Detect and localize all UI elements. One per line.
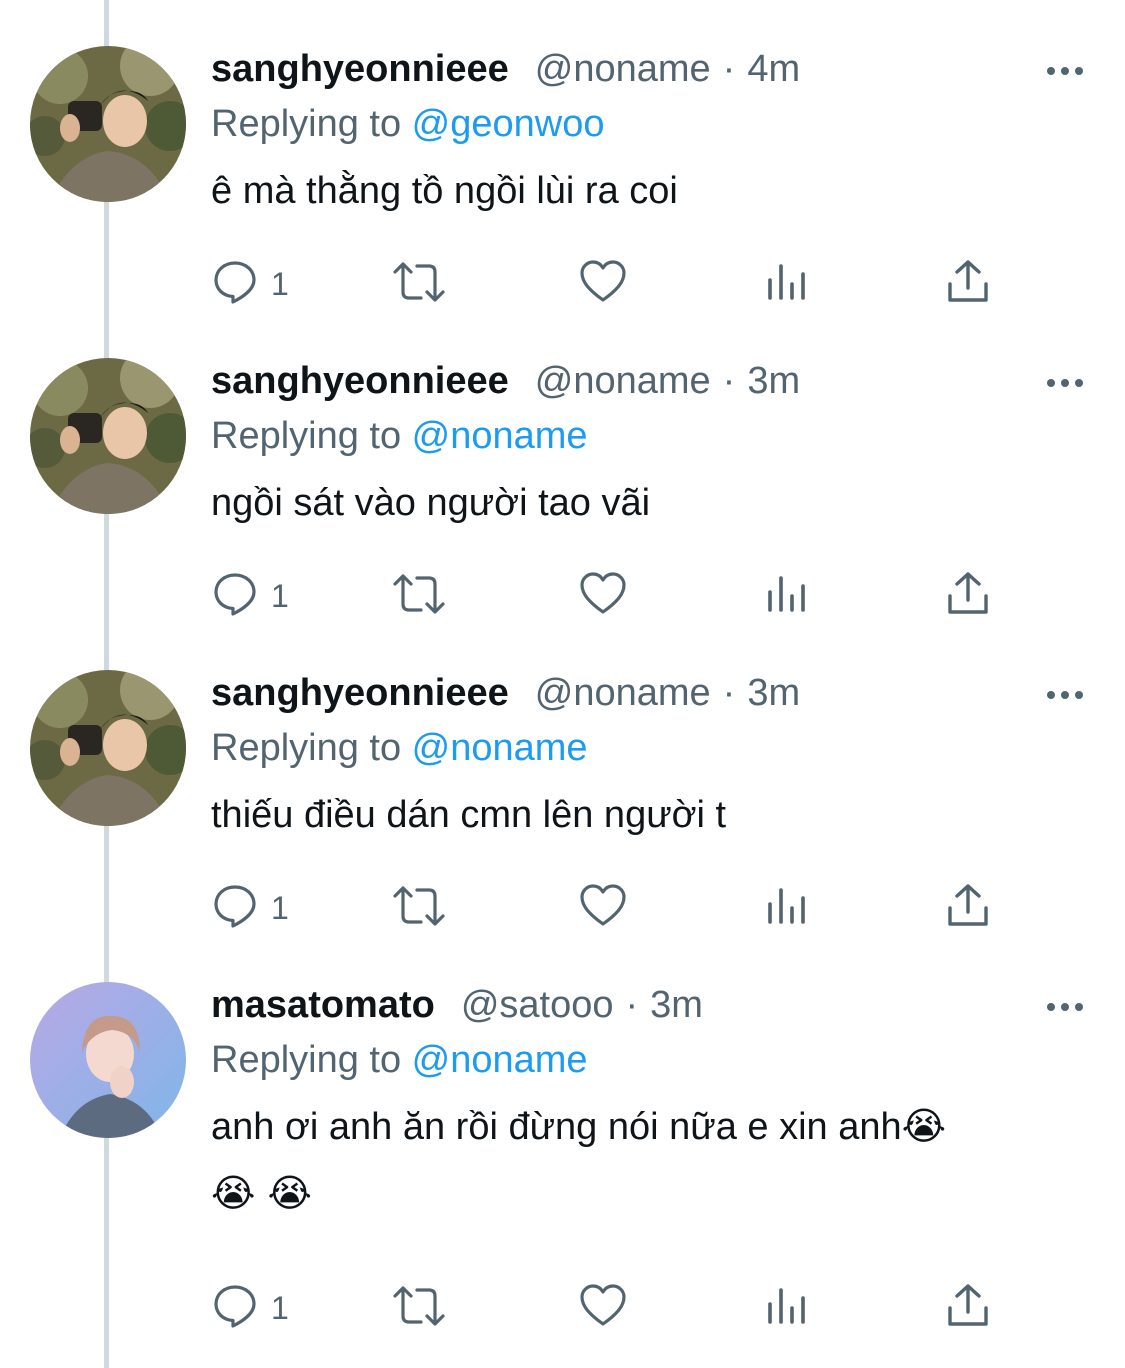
views-icon — [765, 1282, 809, 1335]
share-button[interactable] — [945, 878, 991, 938]
avatar[interactable] — [30, 982, 186, 1138]
action-bar: 1 — [211, 878, 1011, 938]
retweet-button[interactable] — [391, 566, 447, 626]
like-button[interactable] — [579, 566, 627, 626]
timestamp[interactable]: 3m — [747, 664, 800, 722]
avatar-image — [30, 358, 186, 514]
avatar[interactable] — [30, 670, 186, 826]
avatar-image — [30, 982, 186, 1138]
user-handle[interactable]: @satooo — [461, 976, 614, 1034]
display-name[interactable]: masatomato — [211, 976, 435, 1034]
display-name[interactable]: sanghyeonnieee — [211, 664, 509, 722]
separator-dot: · — [625, 984, 639, 1026]
heart-icon — [579, 258, 627, 311]
tweet-text-continued: 😭 😭 — [211, 1171, 312, 1215]
replying-to-label: Replying to — [211, 1039, 412, 1081]
avatar-image — [30, 46, 186, 202]
views-button[interactable] — [765, 878, 809, 938]
user-handle[interactable]: @noname — [535, 40, 711, 98]
like-button[interactable] — [579, 878, 627, 938]
retweet-button[interactable] — [391, 1278, 447, 1338]
like-button[interactable] — [579, 1278, 627, 1338]
timestamp[interactable]: 3m — [650, 976, 703, 1034]
avatar-image — [30, 670, 186, 826]
user-handle[interactable]: @noname — [535, 352, 711, 410]
retweet-button[interactable] — [391, 254, 447, 314]
retweet-button[interactable] — [391, 878, 447, 938]
replying-to: Replying to @geonwoo — [211, 98, 1085, 150]
share-button[interactable] — [945, 566, 991, 626]
action-bar: 1 — [211, 566, 1011, 626]
reply-count: 1 — [271, 1289, 289, 1326]
separator-dot: · — [722, 48, 736, 90]
replying-to: Replying to @noname — [211, 410, 1085, 462]
retweet-icon — [391, 258, 447, 311]
reply-count: 1 — [271, 889, 289, 926]
replying-to-label: Replying to — [211, 727, 412, 769]
views-button[interactable] — [765, 254, 809, 314]
share-button[interactable] — [945, 254, 991, 314]
mention-link[interactable]: @geonwoo — [412, 103, 605, 145]
more-icon[interactable] — [1045, 368, 1085, 398]
mention-link[interactable]: @noname — [412, 1039, 588, 1081]
tweet-text: ngồi sát vào người tao vãi — [211, 482, 651, 524]
action-bar: 1 — [211, 1278, 1011, 1338]
tweet-header: sanghyeonnieee @noname · 4m — [211, 40, 1085, 98]
replying-to-label: Replying to — [211, 415, 412, 457]
like-button[interactable] — [579, 254, 627, 314]
reply-icon — [211, 570, 259, 623]
display-name[interactable]: sanghyeonnieee — [211, 352, 509, 410]
separator-dot: · — [722, 672, 736, 714]
avatar[interactable] — [30, 358, 186, 514]
tweet-text: anh ơi anh ăn rồi đừng nói nữa e xin anh… — [211, 1106, 947, 1148]
tweet-header: sanghyeonnieee @noname · 3m — [211, 664, 1085, 722]
heart-icon — [579, 882, 627, 935]
views-button[interactable] — [765, 566, 809, 626]
mention-link[interactable]: @noname — [412, 727, 588, 769]
views-button[interactable] — [765, 1278, 809, 1338]
timestamp[interactable]: 4m — [747, 40, 800, 98]
reply-icon — [211, 882, 259, 935]
reply-button[interactable]: 1 — [211, 878, 289, 938]
reply-icon — [211, 258, 259, 311]
more-icon[interactable] — [1045, 680, 1085, 710]
user-handle[interactable]: @noname — [535, 664, 711, 722]
heart-icon — [579, 570, 627, 623]
tweet-text: thiếu điều dán cmn lên người t — [211, 794, 727, 836]
action-bar: 1 — [211, 254, 1011, 314]
replying-to-label: Replying to — [211, 103, 412, 145]
mention-link[interactable]: @noname — [412, 415, 588, 457]
reply-button[interactable]: 1 — [211, 254, 289, 314]
reply-button[interactable]: 1 — [211, 1278, 289, 1338]
share-icon — [945, 570, 991, 623]
tweet-header: sanghyeonnieee @noname · 3m — [211, 352, 1085, 410]
avatar[interactable] — [30, 46, 186, 202]
retweet-icon — [391, 882, 447, 935]
display-name[interactable]: sanghyeonnieee — [211, 40, 509, 98]
more-icon[interactable] — [1045, 56, 1085, 86]
retweet-icon — [391, 570, 447, 623]
reply-button[interactable]: 1 — [211, 566, 289, 626]
share-icon — [945, 882, 991, 935]
reply-icon — [211, 1282, 259, 1335]
separator-dot: · — [722, 360, 736, 402]
share-icon — [945, 258, 991, 311]
replying-to: Replying to @noname — [211, 722, 1085, 774]
more-icon[interactable] — [1045, 992, 1085, 1022]
reply-count: 1 — [271, 577, 289, 614]
reply-count: 1 — [271, 265, 289, 302]
views-icon — [765, 882, 809, 935]
heart-icon — [579, 1282, 627, 1335]
retweet-icon — [391, 1282, 447, 1335]
share-button[interactable] — [945, 1278, 991, 1338]
views-icon — [765, 570, 809, 623]
tweet-header: masatomato @satooo · 3m — [211, 976, 1085, 1034]
views-icon — [765, 258, 809, 311]
timestamp[interactable]: 3m — [747, 352, 800, 410]
tweet-text: ê mà thằng tồ ngồi lùi ra coi — [211, 170, 678, 212]
replying-to: Replying to @noname — [211, 1034, 1085, 1086]
share-icon — [945, 1282, 991, 1335]
